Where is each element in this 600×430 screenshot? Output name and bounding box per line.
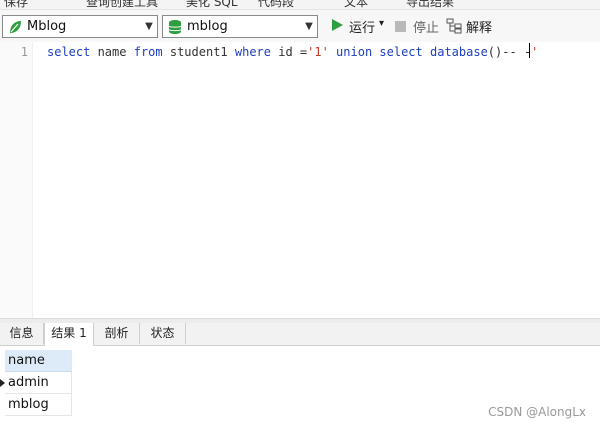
line-number: 1 [20,45,28,59]
keyword-token: union [336,45,373,59]
connection-select[interactable]: Mblog ▼ [2,15,158,38]
connection-leaf-icon [10,21,21,33]
sql-editor[interactable]: 1 select name from student1 where id ='1… [0,42,600,318]
keyword-token: select [379,45,423,59]
keyword-token: from [133,45,163,59]
result-tabs: 信息 结果 1 剖析 状态 [0,323,600,346]
keyword-token: where [234,45,271,59]
identifier-token: student1 [162,45,235,59]
function-token: database [430,45,488,59]
run-play-icon[interactable] [330,18,344,32]
menu-save[interactable]: 保存 [4,0,28,9]
query-toolbar: Mblog ▼ mblog ▼ 运行 ▾ 停止 解释 [0,10,600,42]
watermark: CSDN @AlongLx [488,405,586,419]
table-row[interactable]: admin [5,372,72,394]
database-select[interactable]: mblog ▼ [162,15,318,38]
comment-token: ()-- - [487,45,532,59]
tab-profile[interactable]: 剖析 [94,323,140,344]
tab-result-1[interactable]: 结果 1 [44,323,94,346]
line-number-gutter: 1 [0,42,33,318]
stop-icon [395,21,406,32]
connection-name: Mblog [27,19,67,34]
string-token: '1' [307,45,329,59]
chevron-down-icon[interactable]: ▼ [141,16,157,37]
tab-info[interactable]: 信息 [0,323,44,344]
string-token: ' [531,45,539,59]
database-name: mblog [187,19,228,34]
explain-button[interactable]: 解释 [466,17,492,36]
menu-query-builder[interactable]: 查询创建工具 [86,0,158,9]
menu-beautify-sql[interactable]: 美化 SQL [186,0,238,9]
sql-code-line[interactable]: select name from student1 where id ='1' … [47,45,538,59]
tab-status[interactable]: 状态 [140,323,186,344]
top-menu-strip: 保存 查询创建工具 美化 SQL 代码段 文本 导出结果 [0,0,600,10]
text-caret [529,43,530,58]
stop-button[interactable]: 停止 [413,17,439,36]
chevron-down-icon[interactable]: ▼ [301,16,317,37]
column-header-name[interactable]: name [5,350,72,372]
database-icon [168,20,182,34]
run-dropdown-icon[interactable]: ▾ [379,18,384,29]
menu-export-results[interactable]: 导出结果 [406,0,454,9]
run-button[interactable]: 运行 [349,17,375,36]
identifier-token: id = [271,45,308,59]
identifier-token: name [90,45,134,59]
explain-icon [446,18,462,34]
keyword-token: select [47,45,91,59]
table-row[interactable]: mblog [5,394,72,416]
menu-text[interactable]: 文本 [344,0,368,9]
menu-snippet[interactable]: 代码段 [258,0,294,9]
